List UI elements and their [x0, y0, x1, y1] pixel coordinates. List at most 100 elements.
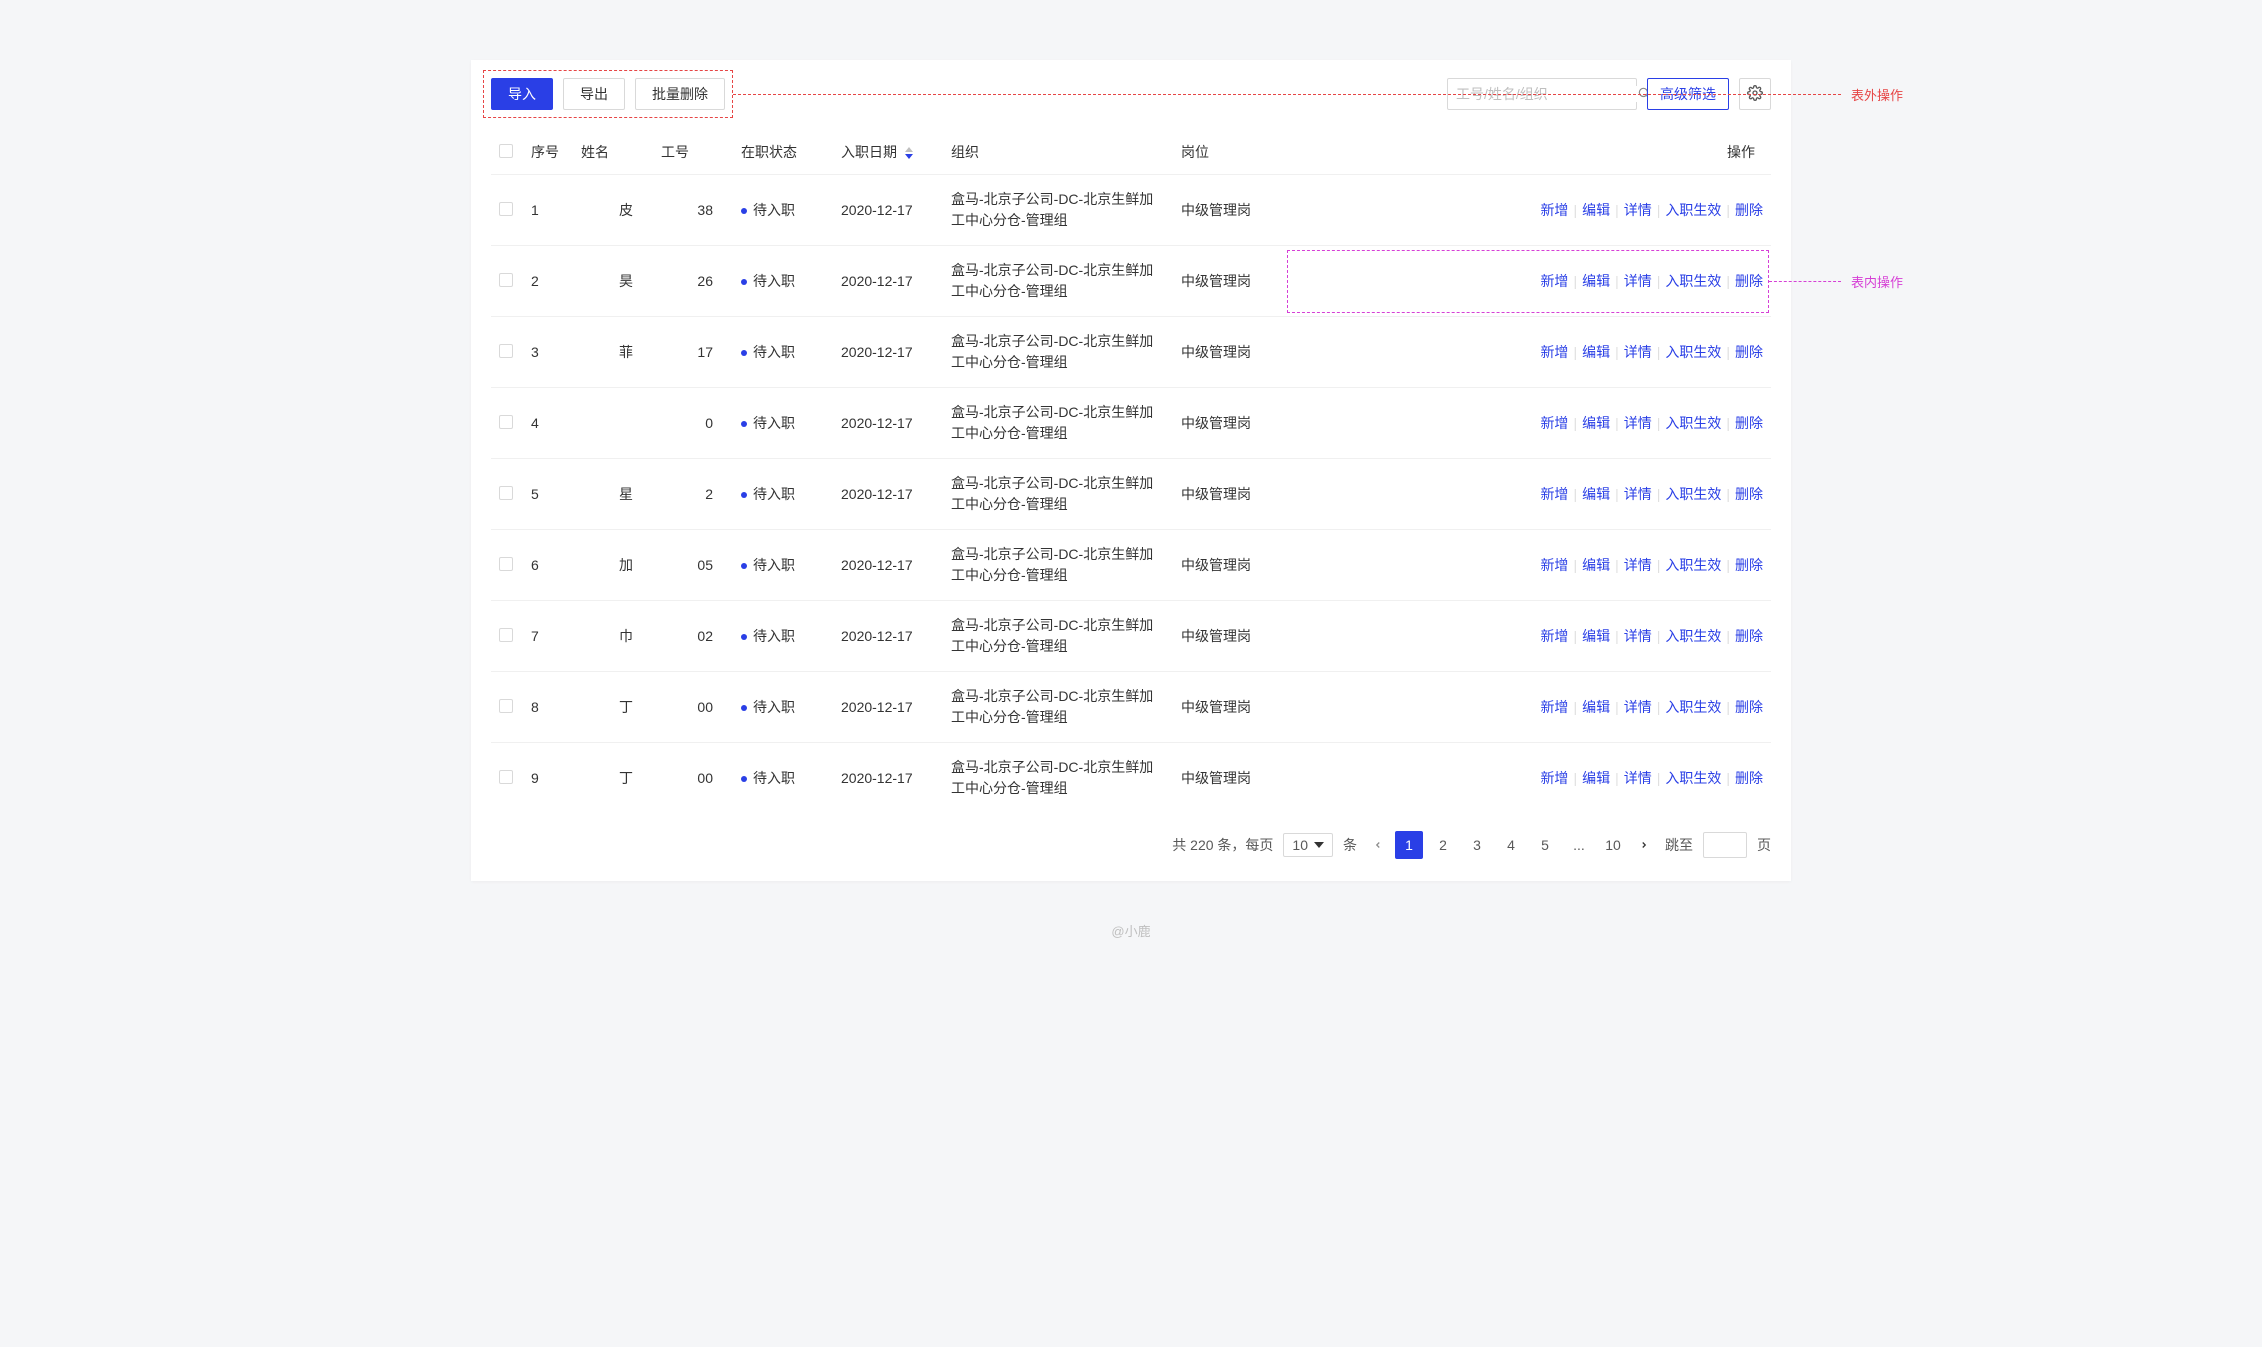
- action-add[interactable]: 新增: [1540, 415, 1568, 431]
- action-add[interactable]: 新增: [1540, 273, 1568, 289]
- cell-actions: 新增|编辑|详情|入职生效|删除: [1293, 175, 1771, 246]
- page-num[interactable]: 1: [1395, 831, 1423, 859]
- row-checkbox[interactable]: [499, 486, 513, 500]
- table-row: 5星2待入职2020-12-17盒马-北京子公司-DC-北京生鲜加工中心分仓-管…: [491, 459, 1771, 530]
- action-detail[interactable]: 详情: [1624, 486, 1652, 502]
- cell-status: 待入职: [733, 601, 833, 672]
- action-edit[interactable]: 编辑: [1582, 202, 1610, 218]
- action-effect[interactable]: 入职生效: [1665, 273, 1721, 289]
- action-detail[interactable]: 详情: [1624, 415, 1652, 431]
- action-add[interactable]: 新增: [1540, 770, 1568, 786]
- action-delete[interactable]: 删除: [1735, 557, 1763, 573]
- page-num[interactable]: 10: [1599, 831, 1627, 859]
- row-checkbox[interactable]: [499, 273, 513, 287]
- action-add[interactable]: 新增: [1540, 202, 1568, 218]
- cell-seq: 4: [523, 388, 573, 459]
- cell-actions: 新增|编辑|详情|入职生效|删除: [1293, 601, 1771, 672]
- cell-date: 2020-12-17: [833, 175, 943, 246]
- action-effect[interactable]: 入职生效: [1665, 202, 1721, 218]
- cell-seq: 9: [523, 743, 573, 814]
- action-add[interactable]: 新增: [1540, 344, 1568, 360]
- action-detail[interactable]: 详情: [1624, 770, 1652, 786]
- action-effect[interactable]: 入职生效: [1665, 770, 1721, 786]
- advanced-filter-button[interactable]: 高级筛选: [1647, 78, 1729, 110]
- cell-position: 中级管理岗: [1173, 388, 1293, 459]
- action-detail[interactable]: 详情: [1624, 344, 1652, 360]
- page-num[interactable]: 5: [1531, 831, 1559, 859]
- col-actions: 操作: [1293, 130, 1771, 175]
- action-delete[interactable]: 删除: [1735, 486, 1763, 502]
- cell-position: 中级管理岗: [1173, 246, 1293, 317]
- action-add[interactable]: 新增: [1540, 699, 1568, 715]
- action-edit[interactable]: 编辑: [1582, 557, 1610, 573]
- action-edit[interactable]: 编辑: [1582, 628, 1610, 644]
- row-checkbox[interactable]: [499, 415, 513, 429]
- row-checkbox[interactable]: [499, 628, 513, 642]
- cell-seq: 3: [523, 317, 573, 388]
- search-box[interactable]: [1447, 78, 1637, 110]
- cell-emp-id: 00: [653, 672, 733, 743]
- action-edit[interactable]: 编辑: [1582, 273, 1610, 289]
- cell-status: 待入职: [733, 672, 833, 743]
- action-edit[interactable]: 编辑: [1582, 770, 1610, 786]
- action-add[interactable]: 新增: [1540, 628, 1568, 644]
- settings-button[interactable]: [1739, 78, 1771, 110]
- action-edit[interactable]: 编辑: [1582, 699, 1610, 715]
- page-num[interactable]: 3: [1463, 831, 1491, 859]
- cell-org: 盒马-北京子公司-DC-北京生鲜加工中心分仓-管理组: [943, 601, 1173, 672]
- row-checkbox[interactable]: [499, 557, 513, 571]
- cell-org: 盒马-北京子公司-DC-北京生鲜加工中心分仓-管理组: [943, 175, 1173, 246]
- action-delete[interactable]: 删除: [1735, 628, 1763, 644]
- cell-date: 2020-12-17: [833, 246, 943, 317]
- cell-emp-id: 02: [653, 601, 733, 672]
- import-button[interactable]: 导入: [491, 78, 553, 110]
- action-effect[interactable]: 入职生效: [1665, 628, 1721, 644]
- row-checkbox[interactable]: [499, 699, 513, 713]
- sort-icon: [905, 147, 913, 159]
- page-next[interactable]: [1633, 833, 1655, 857]
- action-edit[interactable]: 编辑: [1582, 344, 1610, 360]
- cell-position: 中级管理岗: [1173, 317, 1293, 388]
- action-delete[interactable]: 删除: [1735, 415, 1763, 431]
- page-prev[interactable]: [1367, 833, 1389, 857]
- action-detail[interactable]: 详情: [1624, 628, 1652, 644]
- cell-name: 丁: [573, 743, 653, 814]
- page-size-select[interactable]: 10: [1283, 833, 1333, 857]
- action-detail[interactable]: 详情: [1624, 273, 1652, 289]
- jump-input[interactable]: [1703, 832, 1747, 858]
- export-button[interactable]: 导出: [563, 78, 625, 110]
- action-delete[interactable]: 删除: [1735, 699, 1763, 715]
- row-checkbox[interactable]: [499, 770, 513, 784]
- cell-emp-id: 00: [653, 743, 733, 814]
- action-effect[interactable]: 入职生效: [1665, 415, 1721, 431]
- cell-position: 中级管理岗: [1173, 672, 1293, 743]
- action-add[interactable]: 新增: [1540, 557, 1568, 573]
- annotation-outer-label: 表外操作: [1851, 85, 1903, 104]
- action-delete[interactable]: 删除: [1735, 770, 1763, 786]
- action-detail[interactable]: 详情: [1624, 557, 1652, 573]
- row-checkbox[interactable]: [499, 202, 513, 216]
- action-edit[interactable]: 编辑: [1582, 486, 1610, 502]
- action-effect[interactable]: 入职生效: [1665, 557, 1721, 573]
- action-detail[interactable]: 详情: [1624, 699, 1652, 715]
- action-add[interactable]: 新增: [1540, 486, 1568, 502]
- action-edit[interactable]: 编辑: [1582, 415, 1610, 431]
- action-effect[interactable]: 入职生效: [1665, 486, 1721, 502]
- action-delete[interactable]: 删除: [1735, 202, 1763, 218]
- check-all[interactable]: [499, 144, 513, 158]
- row-checkbox[interactable]: [499, 344, 513, 358]
- cell-name: 星: [573, 459, 653, 530]
- action-delete[interactable]: 删除: [1735, 273, 1763, 289]
- page-num[interactable]: 4: [1497, 831, 1525, 859]
- page-num[interactable]: 2: [1429, 831, 1457, 859]
- cell-emp-id: 17: [653, 317, 733, 388]
- action-delete[interactable]: 删除: [1735, 344, 1763, 360]
- cell-seq: 5: [523, 459, 573, 530]
- batch-delete-button[interactable]: 批量删除: [635, 78, 725, 110]
- search-input[interactable]: [1456, 86, 1637, 102]
- col-hire-date[interactable]: 入职日期: [833, 130, 943, 175]
- action-detail[interactable]: 详情: [1624, 202, 1652, 218]
- action-effect[interactable]: 入职生效: [1665, 344, 1721, 360]
- action-effect[interactable]: 入职生效: [1665, 699, 1721, 715]
- cell-org: 盒马-北京子公司-DC-北京生鲜加工中心分仓-管理组: [943, 743, 1173, 814]
